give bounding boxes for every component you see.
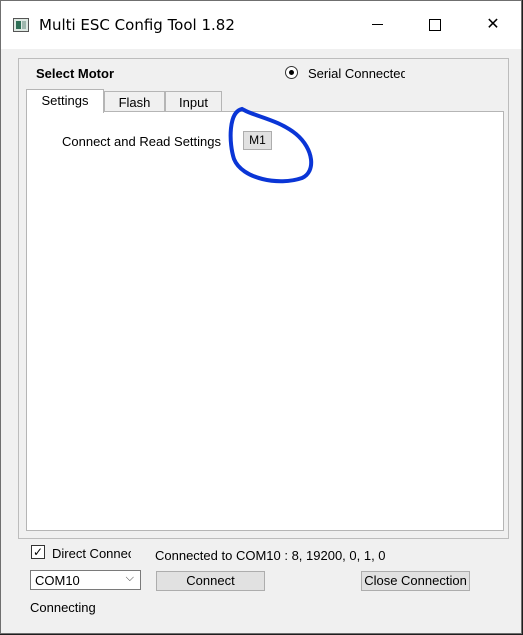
close-icon: ✕ bbox=[486, 16, 500, 33]
status-text: Connecting bbox=[30, 600, 96, 615]
maximize-icon bbox=[429, 18, 441, 31]
serial-connected-radio[interactable]: Serial Connected bbox=[285, 66, 405, 84]
close-button[interactable]: ✕ bbox=[464, 1, 522, 49]
direct-connect-label: Direct Connect bbox=[52, 546, 131, 561]
minimize-button[interactable] bbox=[348, 1, 406, 49]
chevron-down-icon: ⌵ bbox=[125, 572, 134, 584]
app-icon bbox=[13, 18, 29, 32]
radio-selected-icon bbox=[285, 66, 298, 79]
connect-read-settings-label: Connect and Read Settings bbox=[62, 134, 221, 149]
tab-settings[interactable]: Settings bbox=[26, 89, 104, 113]
title-bar: Multi ESC Config Tool 1.82 ✕ bbox=[1, 1, 521, 49]
tab-input[interactable]: Input bbox=[165, 91, 222, 113]
close-connection-button[interactable]: Close Connection bbox=[361, 571, 470, 591]
window-title: Multi ESC Config Tool 1.82 bbox=[39, 16, 235, 34]
com-port-value: COM10 bbox=[35, 573, 80, 588]
checkmark-icon: ✓ bbox=[32, 545, 44, 559]
minimize-icon bbox=[371, 24, 383, 26]
connect-button[interactable]: Connect bbox=[156, 571, 265, 591]
com-port-select[interactable]: COM10 ⌵ bbox=[30, 570, 141, 590]
connection-info-text: Connected to COM10 : 8, 19200, 0, 1, 0 bbox=[155, 548, 386, 563]
select-motor-label: Select Motor bbox=[36, 66, 115, 81]
serial-connected-label: Serial Connected bbox=[308, 66, 405, 81]
annotation-circle bbox=[228, 106, 313, 184]
direct-connect-checkbox[interactable]: ✓ bbox=[31, 545, 45, 559]
app-window: Multi ESC Config Tool 1.82 ✕ Select Moto… bbox=[0, 0, 522, 634]
tab-flash[interactable]: Flash bbox=[104, 91, 165, 113]
maximize-button[interactable] bbox=[406, 1, 464, 49]
